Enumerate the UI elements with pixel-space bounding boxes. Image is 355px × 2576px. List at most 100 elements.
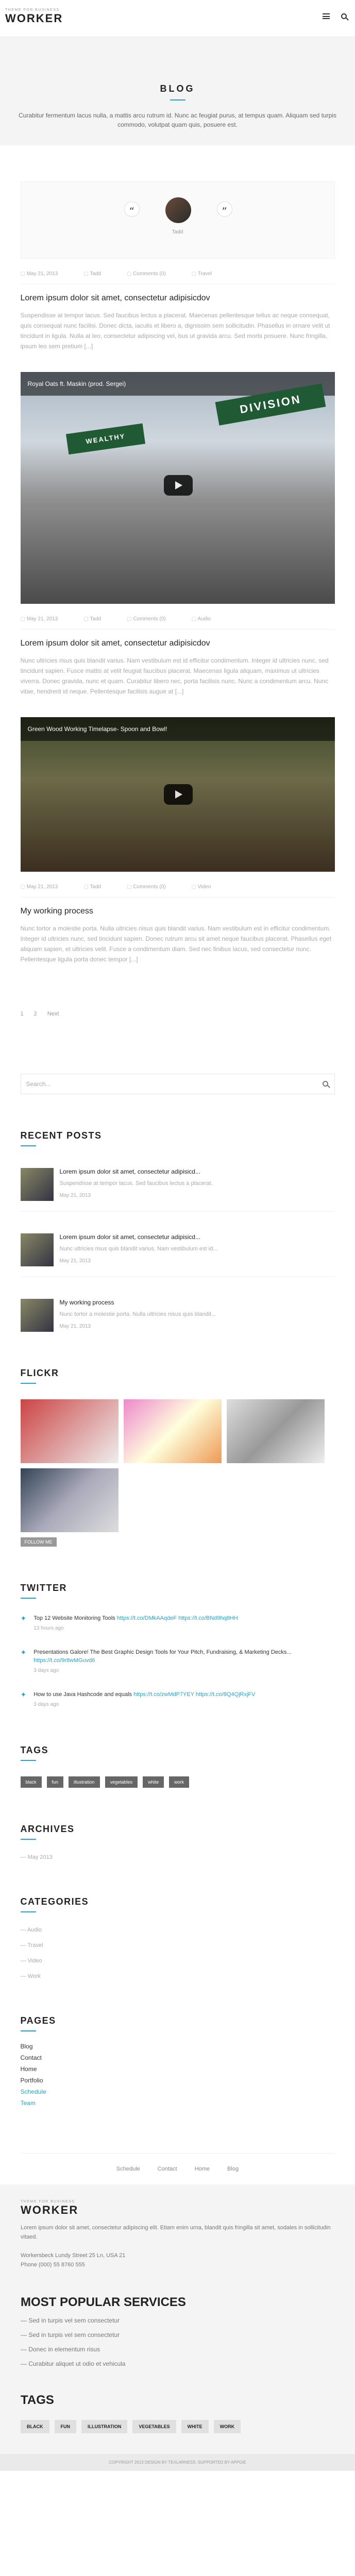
logo-tagline: THEME FOR BUSINESS xyxy=(21,2200,75,2204)
post-thumbnail[interactable] xyxy=(20,1299,54,1332)
page-link[interactable]: Schedule xyxy=(21,2088,335,2095)
logo[interactable]: THEME FOR BUSINESS WORKER xyxy=(5,8,63,25)
twitter-icon: ✦ xyxy=(20,1614,27,1622)
service-link[interactable]: Donec in elementum risus xyxy=(21,2346,334,2353)
tag-link[interactable]: VEGETABLES xyxy=(132,2420,176,2433)
post-category[interactable]: Audio xyxy=(192,616,211,622)
service-link[interactable]: Sed in turpis vel sem consectetur xyxy=(21,2317,334,2324)
recent-post[interactable]: Lorem ipsum dolor sit amet, consectetur … xyxy=(20,1168,335,1201)
page-link[interactable]: Blog xyxy=(21,2043,335,2050)
categories-list: Audio Travel Video Work xyxy=(21,1927,335,1979)
menu-icon[interactable] xyxy=(323,13,330,19)
title-underline xyxy=(20,1598,36,1599)
tag-link[interactable]: fun xyxy=(46,1776,64,1788)
recent-post-title[interactable]: Lorem ipsum dolor sit amet, consectetur … xyxy=(60,1233,218,1241)
page-2-link[interactable]: 2 xyxy=(34,1011,37,1017)
search-input[interactable]: Search... xyxy=(20,1074,335,1094)
title-underline xyxy=(20,1145,36,1146)
tag-link[interactable]: BLACK xyxy=(21,2420,49,2433)
tweet-link[interactable]: https://t.co/zwMdP7YEY https://t.co/8Q4Q… xyxy=(133,1691,255,1698)
twitter-icon: ✦ xyxy=(20,1648,27,1656)
next-page-link[interactable]: Next xyxy=(47,1011,59,1017)
pages-list: Blog Contact Home Portfolio Schedule Tea… xyxy=(21,2043,335,2107)
tag-link[interactable]: white xyxy=(143,1776,164,1788)
footer-nav-link[interactable]: Contact xyxy=(158,2166,177,2172)
title-underline xyxy=(20,1760,36,1761)
tag-link[interactable]: vegetables xyxy=(105,1776,138,1788)
tweet-link[interactable]: https://t.co/DMkAAqdeF https://t.co/BNd9… xyxy=(117,1615,238,1621)
category-link[interactable]: Work xyxy=(21,1973,335,1979)
tag-link[interactable]: WHITE xyxy=(181,2420,209,2433)
post-author[interactable]: Tadd xyxy=(83,616,101,622)
services-list: Sed in turpis vel sem consectetur Sed in… xyxy=(21,2317,334,2367)
recent-post-desc: Suspendisse at tempor lacus. Sed faucibu… xyxy=(59,1180,213,1187)
category-link[interactable]: Travel xyxy=(21,1942,335,1948)
tag-link[interactable]: work xyxy=(169,1776,190,1788)
tweet-link[interactable]: https://t.co/9r8wMGuvd6 xyxy=(33,1657,95,1664)
services-title: MOST POPULAR SERVICES xyxy=(21,2295,186,2309)
recent-post[interactable]: Lorem ipsum dolor sit amet, consectetur … xyxy=(20,1233,335,1266)
top-bar: THEME FOR BUSINESS WORKER xyxy=(0,0,355,37)
flickr-photo[interactable] xyxy=(123,1399,222,1463)
footer-logo[interactable]: THEME FOR BUSINESS WORKER xyxy=(21,2200,334,2217)
flickr-photo[interactable] xyxy=(20,1399,119,1463)
category-link[interactable]: Video xyxy=(21,1958,335,1964)
page-1-link[interactable]: 1 xyxy=(21,1011,24,1017)
post-author[interactable]: Tadd xyxy=(83,271,101,277)
post-thumbnail[interactable] xyxy=(20,1168,54,1201)
service-link[interactable]: Sed in turpis vel sem consectetur xyxy=(21,2331,334,2338)
play-icon[interactable] xyxy=(163,784,193,805)
tag-link[interactable]: WORK xyxy=(213,2420,241,2433)
video-embed[interactable]: Green Wood Working Timelapse- Spoon and … xyxy=(20,717,335,872)
tweet: ✦ How to use Java Hashcode and equals ht… xyxy=(21,1690,335,1709)
recent-post-title[interactable]: My working process xyxy=(60,1299,216,1306)
post-meta: May 21, 2013 Tadd Comments (0) Video xyxy=(20,884,335,897)
quote-card: “ ” Tadd xyxy=(20,181,335,259)
post-title[interactable]: Lorem ipsum dolor sit amet, consectetur … xyxy=(21,294,335,303)
archives-title: ARCHIVES xyxy=(20,1824,75,1834)
tweet: ✦ Presentations Galore! The Best Graphic… xyxy=(21,1648,335,1675)
title-underline xyxy=(170,99,185,100)
service-link[interactable]: Curabitur aliquet ut odio et vehicula xyxy=(21,2360,334,2367)
page-link[interactable]: Contact xyxy=(21,2054,335,2061)
page-link[interactable]: Team xyxy=(21,2099,335,2107)
footer-nav-link[interactable]: Schedule xyxy=(116,2166,140,2172)
pagination: 1 2 Next xyxy=(21,1011,335,1017)
post-comments[interactable]: Comments (0) xyxy=(127,884,165,890)
tag-link[interactable]: black xyxy=(20,1776,42,1788)
page-link[interactable]: Portfolio xyxy=(21,2077,335,2084)
post-category[interactable]: Travel xyxy=(192,271,212,277)
flickr-follow-button[interactable]: FOLLOW ME xyxy=(20,1537,57,1547)
flickr-photo[interactable] xyxy=(20,1468,119,1532)
quote-open-icon: “ xyxy=(124,201,140,217)
title-underline xyxy=(20,1911,36,1912)
twitter-icon: ✦ xyxy=(20,1690,27,1699)
search-icon[interactable] xyxy=(341,13,347,19)
post-title[interactable]: My working process xyxy=(21,907,335,916)
tweet-text: Presentations Galore! The Best Graphic D… xyxy=(33,1649,292,1655)
play-icon[interactable] xyxy=(163,475,193,496)
footer-nav-link[interactable]: Home xyxy=(195,2166,210,2172)
recent-post-title[interactable]: Lorem ipsum dolor sit amet, consectetur … xyxy=(60,1168,213,1175)
archive-link[interactable]: May 2013 xyxy=(21,1854,335,1860)
post-category[interactable]: Video xyxy=(192,884,211,890)
page-title: BLOG xyxy=(160,83,195,94)
post-comments[interactable]: Comments (0) xyxy=(127,271,165,277)
flickr-photo[interactable] xyxy=(226,1399,325,1463)
flickr-title: FLICKR xyxy=(20,1368,59,1378)
footer-nav-link[interactable]: Blog xyxy=(227,2166,239,2172)
recent-post[interactable]: My working process Nunc tortor a molesti… xyxy=(20,1299,335,1332)
page-link[interactable]: Home xyxy=(21,2065,335,2073)
post-comments[interactable]: Comments (0) xyxy=(127,616,165,622)
post-meta: May 21, 2013 Tadd Comments (0) Travel xyxy=(20,271,335,284)
video-embed[interactable]: Royal Oats ft. Maskin (prod. Sergei) DIV… xyxy=(20,372,335,604)
category-link[interactable]: Audio xyxy=(21,1927,335,1933)
post-thumbnail[interactable] xyxy=(20,1233,54,1266)
post-title[interactable]: Lorem ipsum dolor sit amet, consectetur … xyxy=(21,639,335,648)
post-author[interactable]: Tadd xyxy=(83,884,101,890)
tag-link[interactable]: illustration xyxy=(69,1776,100,1788)
tag-link[interactable]: FUN xyxy=(54,2420,76,2433)
tag-link[interactable]: ILLUSTRATION xyxy=(81,2420,128,2433)
search-icon[interactable] xyxy=(322,1081,328,1087)
tweet-text: How to use Java Hashcode and equals xyxy=(33,1691,134,1698)
